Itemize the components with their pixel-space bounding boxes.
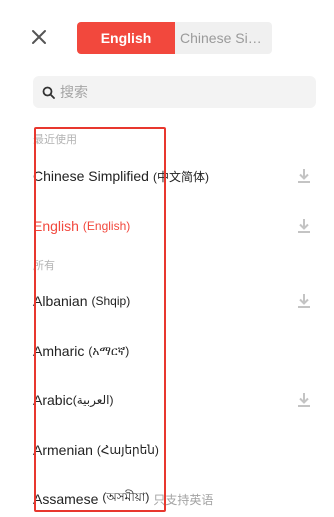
language-name: Amharic bbox=[33, 343, 85, 359]
language-native-name: (English) bbox=[82, 219, 131, 233]
search-icon bbox=[42, 86, 55, 99]
language-native-name: (አማርኛ) bbox=[88, 343, 130, 358]
language-item-chinese-simplified[interactable]: Chinese Simplified (中文简体) bbox=[33, 162, 323, 190]
language-name: Assamese bbox=[33, 491, 99, 507]
language-item-arabic[interactable]: Arabic (العربية) bbox=[33, 386, 323, 414]
language-tabs: English Chinese Simplified bbox=[77, 22, 272, 54]
language-name: Albanian bbox=[33, 293, 88, 309]
language-native-name: (অসমীয়া) bbox=[102, 490, 150, 504]
language-name: Armenian bbox=[33, 442, 93, 458]
download-icon[interactable] bbox=[296, 218, 312, 234]
language-item-english[interactable]: English (English) bbox=[33, 212, 323, 240]
search-bar[interactable] bbox=[33, 76, 316, 108]
close-button[interactable] bbox=[28, 26, 50, 48]
language-native-name: (Shqip) bbox=[91, 294, 131, 308]
language-item-albanian[interactable]: Albanian (Shqip) bbox=[33, 287, 323, 315]
language-item-amharic[interactable]: Amharic (አማርኛ) bbox=[33, 337, 323, 365]
language-name: Chinese Simplified bbox=[33, 168, 149, 184]
tab-target-label: Chinese Simplified bbox=[180, 30, 267, 46]
language-item-armenian[interactable]: Armenian (Հայերեն) bbox=[33, 436, 323, 464]
language-native-name: (中文简体) bbox=[152, 169, 209, 184]
download-icon[interactable] bbox=[296, 293, 312, 309]
language-native-name: (العربية) bbox=[72, 393, 114, 407]
download-icon[interactable] bbox=[296, 392, 312, 408]
download-icon[interactable] bbox=[296, 168, 312, 184]
language-note: 只支持英语 bbox=[153, 492, 214, 507]
language-name: Arabic bbox=[33, 392, 73, 408]
close-icon bbox=[32, 30, 46, 44]
section-label-all: 所有 bbox=[33, 260, 55, 272]
search-input[interactable] bbox=[60, 84, 300, 100]
language-native-name: (Հայերեն) bbox=[96, 443, 159, 457]
tab-source-language[interactable]: English bbox=[77, 22, 175, 54]
tab-target-language[interactable]: Chinese Simplified bbox=[175, 22, 272, 54]
language-name: English bbox=[33, 218, 79, 234]
section-label-recent: 最近使用 bbox=[33, 134, 77, 146]
language-item-assamese[interactable]: Assamese (অসমীয়া) 只支持英语 bbox=[33, 485, 323, 513]
